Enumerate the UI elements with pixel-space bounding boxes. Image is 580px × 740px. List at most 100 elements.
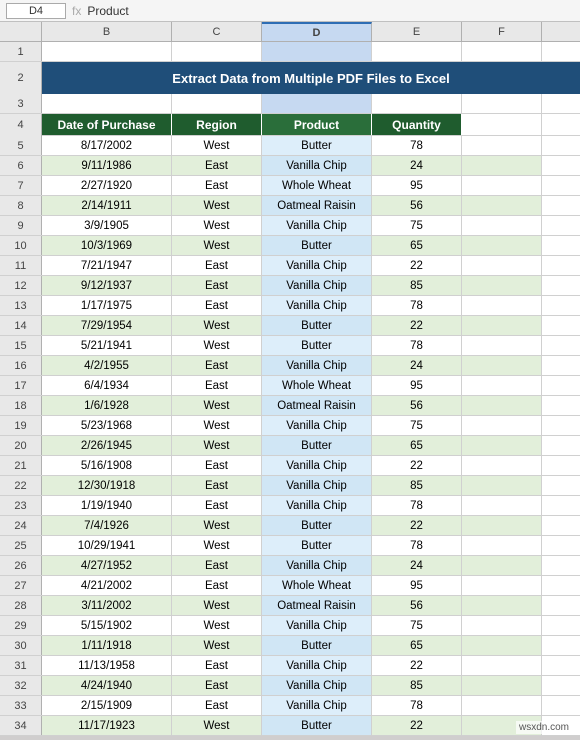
cell-date[interactable]: 7/21/1947: [42, 256, 172, 275]
cell-date[interactable]: 10/29/1941: [42, 536, 172, 555]
cell-date[interactable]: 1/6/1928: [42, 396, 172, 415]
cell-product[interactable]: Butter: [262, 236, 372, 255]
cell-region[interactable]: West: [172, 136, 262, 155]
cell-c3[interactable]: [172, 94, 262, 113]
cell-f-extra[interactable]: [462, 556, 542, 575]
cell-date[interactable]: 1/17/1975: [42, 296, 172, 315]
cell-quantity[interactable]: 56: [372, 196, 462, 215]
cell-date[interactable]: 9/12/1937: [42, 276, 172, 295]
cell-region[interactable]: West: [172, 236, 262, 255]
cell-product[interactable]: Butter: [262, 136, 372, 155]
cell-product[interactable]: Vanilla Chip: [262, 216, 372, 235]
cell-date[interactable]: 2/14/1911: [42, 196, 172, 215]
cell-date[interactable]: 4/21/2002: [42, 576, 172, 595]
cell-date[interactable]: 6/4/1934: [42, 376, 172, 395]
cell-quantity[interactable]: 85: [372, 276, 462, 295]
cell-quantity[interactable]: 95: [372, 376, 462, 395]
cell-f-extra[interactable]: [462, 456, 542, 475]
name-box[interactable]: D4: [6, 3, 66, 19]
cell-region[interactable]: West: [172, 316, 262, 335]
cell-region[interactable]: West: [172, 516, 262, 535]
cell-f-extra[interactable]: [462, 216, 542, 235]
cell-region[interactable]: West: [172, 636, 262, 655]
cell-f4[interactable]: [462, 114, 542, 135]
cell-f-extra[interactable]: [462, 276, 542, 295]
cell-product[interactable]: Vanilla Chip: [262, 476, 372, 495]
cell-quantity[interactable]: 85: [372, 476, 462, 495]
cell-quantity[interactable]: 78: [372, 296, 462, 315]
cell-region[interactable]: East: [172, 496, 262, 515]
cell-date[interactable]: 4/24/1940: [42, 676, 172, 695]
cell-f-extra[interactable]: [462, 616, 542, 635]
cell-f-extra[interactable]: [462, 336, 542, 355]
cell-product[interactable]: Vanilla Chip: [262, 256, 372, 275]
cell-date[interactable]: 4/2/1955: [42, 356, 172, 375]
cell-quantity[interactable]: 56: [372, 396, 462, 415]
cell-product[interactable]: Oatmeal Raisin: [262, 196, 372, 215]
cell-f-extra[interactable]: [462, 436, 542, 455]
cell-region[interactable]: East: [172, 676, 262, 695]
cell-quantity[interactable]: 95: [372, 576, 462, 595]
cell-b1[interactable]: [42, 42, 172, 61]
cell-quantity[interactable]: 78: [372, 496, 462, 515]
cell-quantity[interactable]: 56: [372, 596, 462, 615]
cell-product[interactable]: Whole Wheat: [262, 176, 372, 195]
cell-date[interactable]: 8/17/2002: [42, 136, 172, 155]
cell-region[interactable]: East: [172, 276, 262, 295]
cell-f-extra[interactable]: [462, 316, 542, 335]
cell-region[interactable]: West: [172, 436, 262, 455]
cell-f-extra[interactable]: [462, 376, 542, 395]
cell-quantity[interactable]: 22: [372, 456, 462, 475]
cell-product[interactable]: Vanilla Chip: [262, 696, 372, 715]
cell-date[interactable]: 5/15/1902: [42, 616, 172, 635]
cell-f-extra[interactable]: [462, 476, 542, 495]
cell-f-extra[interactable]: [462, 536, 542, 555]
cell-product[interactable]: Vanilla Chip: [262, 156, 372, 175]
cell-date[interactable]: 12/30/1918: [42, 476, 172, 495]
cell-quantity[interactable]: 75: [372, 216, 462, 235]
cell-region[interactable]: East: [172, 556, 262, 575]
cell-product[interactable]: Vanilla Chip: [262, 616, 372, 635]
cell-quantity[interactable]: 78: [372, 136, 462, 155]
col-header-e[interactable]: E: [372, 22, 462, 41]
cell-date[interactable]: 1/11/1918: [42, 636, 172, 655]
cell-f-extra[interactable]: [462, 656, 542, 675]
cell-quantity[interactable]: 24: [372, 156, 462, 175]
cell-region[interactable]: West: [172, 596, 262, 615]
cell-f-extra[interactable]: [462, 676, 542, 695]
cell-date[interactable]: 1/19/1940: [42, 496, 172, 515]
cell-f-extra[interactable]: [462, 356, 542, 375]
cell-quantity[interactable]: 24: [372, 356, 462, 375]
cell-quantity[interactable]: 22: [372, 716, 462, 735]
cell-region[interactable]: East: [172, 296, 262, 315]
cell-f-extra[interactable]: [462, 196, 542, 215]
cell-region[interactable]: East: [172, 176, 262, 195]
cell-quantity[interactable]: 22: [372, 256, 462, 275]
cell-quantity[interactable]: 78: [372, 536, 462, 555]
cell-region[interactable]: East: [172, 656, 262, 675]
cell-region[interactable]: West: [172, 716, 262, 735]
cell-f-extra[interactable]: [462, 416, 542, 435]
cell-product[interactable]: Vanilla Chip: [262, 356, 372, 375]
cell-quantity[interactable]: 65: [372, 236, 462, 255]
cell-date[interactable]: 5/16/1908: [42, 456, 172, 475]
cell-product[interactable]: Vanilla Chip: [262, 276, 372, 295]
cell-date[interactable]: 9/11/1986: [42, 156, 172, 175]
cell-f-extra[interactable]: [462, 256, 542, 275]
cell-quantity[interactable]: 85: [372, 676, 462, 695]
cell-f-extra[interactable]: [462, 516, 542, 535]
cell-e3[interactable]: [372, 94, 462, 113]
cell-product[interactable]: Vanilla Chip: [262, 676, 372, 695]
cell-product[interactable]: Vanilla Chip: [262, 496, 372, 515]
cell-date[interactable]: 2/27/1920: [42, 176, 172, 195]
cell-product[interactable]: Vanilla Chip: [262, 556, 372, 575]
cell-f-extra[interactable]: [462, 396, 542, 415]
cell-quantity[interactable]: 22: [372, 656, 462, 675]
cell-quantity[interactable]: 65: [372, 436, 462, 455]
cell-date[interactable]: 4/27/1952: [42, 556, 172, 575]
col-header-d[interactable]: D: [262, 22, 372, 41]
cell-date[interactable]: 7/4/1926: [42, 516, 172, 535]
cell-f-extra[interactable]: [462, 296, 542, 315]
cell-region[interactable]: East: [172, 576, 262, 595]
cell-quantity[interactable]: 95: [372, 176, 462, 195]
